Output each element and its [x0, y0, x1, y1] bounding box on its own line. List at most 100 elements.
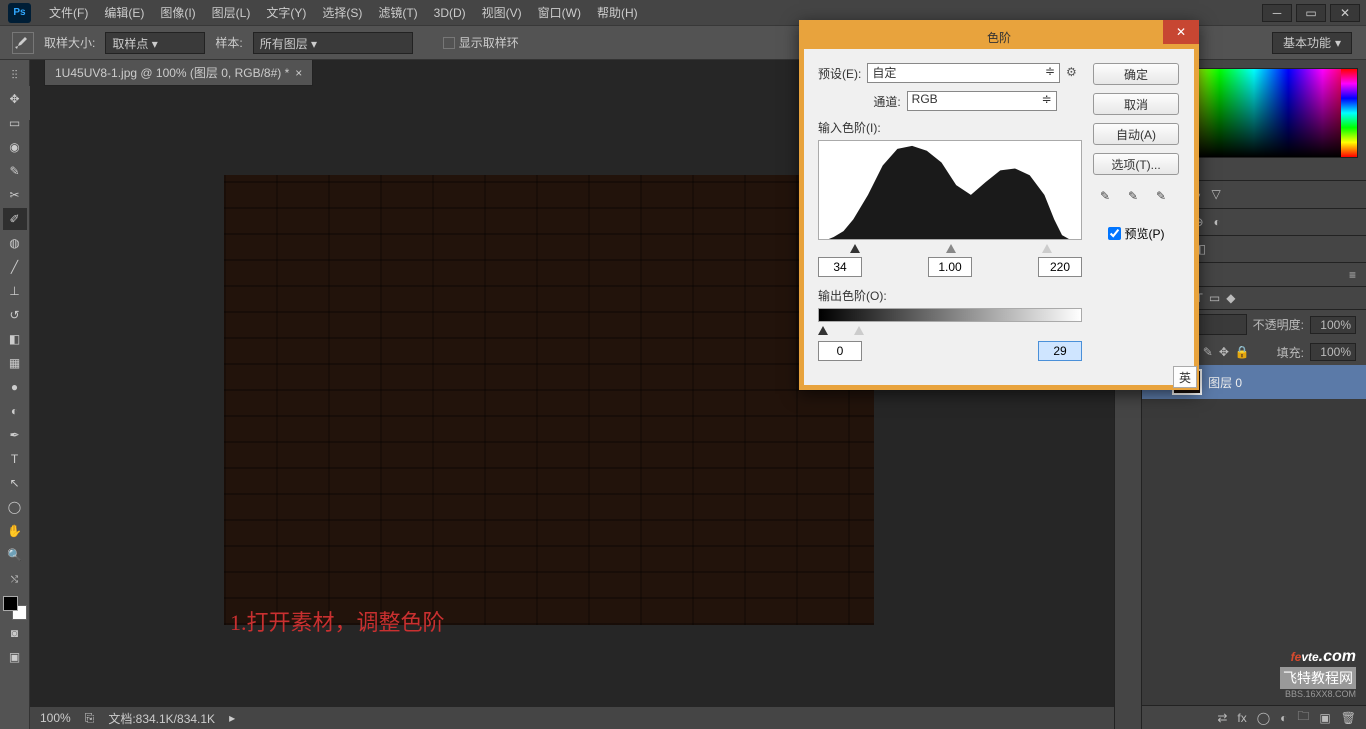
menu-3d[interactable]: 3D(D): [426, 6, 474, 20]
stamp-tool[interactable]: ⊥: [3, 280, 27, 302]
trash-icon[interactable]: 🗑: [1341, 711, 1356, 725]
menu-view[interactable]: 视图(V): [474, 4, 530, 21]
gradient-tool[interactable]: ▦: [3, 352, 27, 374]
hand-tool[interactable]: ✋: [3, 520, 27, 542]
link-icon[interactable]: ⇄: [1217, 711, 1227, 725]
opacity-input[interactable]: 100%: [1310, 316, 1356, 334]
output-white-field[interactable]: [1038, 341, 1082, 361]
swap-colors[interactable]: ⤭: [3, 568, 27, 590]
dodge-tool[interactable]: ◐: [3, 400, 27, 422]
sample-size-label: 取样大小:: [44, 34, 95, 51]
workspace-switcher[interactable]: 基本功能 ▾: [1272, 32, 1352, 54]
fill-adj-icon[interactable]: ◐: [1280, 711, 1287, 725]
path-select-tool[interactable]: ↖: [3, 472, 27, 494]
menu-file[interactable]: 文件(F): [41, 4, 96, 21]
menu-filter[interactable]: 滤镜(T): [370, 4, 425, 21]
lock-pos-icon[interactable]: ✥: [1219, 345, 1229, 359]
filter-smart-icon[interactable]: ◆: [1226, 291, 1235, 305]
shape-tool[interactable]: ◯: [3, 496, 27, 518]
histogram[interactable]: [818, 140, 1082, 240]
history-brush-tool[interactable]: ↺: [3, 304, 27, 326]
cancel-button[interactable]: 取消: [1093, 93, 1179, 115]
blur-tool[interactable]: ●: [3, 376, 27, 398]
export-icon[interactable]: ⎘: [85, 711, 95, 726]
input-gamma-field[interactable]: [928, 257, 972, 277]
eraser-tool[interactable]: ◧: [3, 328, 27, 350]
zoom-tool[interactable]: 🔍: [3, 544, 27, 566]
group-icon[interactable]: 🗀: [1297, 707, 1309, 728]
spot-heal-tool[interactable]: ◍: [3, 232, 27, 254]
output-black-field[interactable]: [818, 341, 862, 361]
panel-menu-icon[interactable]: ≡: [1349, 268, 1356, 282]
white-eyedropper-icon[interactable]: ✎: [1156, 189, 1172, 205]
ime-indicator[interactable]: 英: [1173, 366, 1197, 388]
filter-shape-icon[interactable]: ▭: [1209, 291, 1220, 305]
show-ring-checkbox[interactable]: [443, 37, 455, 49]
preset-gear-icon[interactable]: ⚙: [1066, 65, 1082, 81]
preset-select[interactable]: 自定≑: [867, 63, 1060, 83]
preview-checkbox[interactable]: 预览(P): [1108, 225, 1165, 242]
crop-tool[interactable]: ✂: [3, 184, 27, 206]
tool-handle[interactable]: ⫶⫶: [3, 64, 27, 86]
status-arrow-icon[interactable]: ▸: [229, 711, 235, 725]
black-point-slider[interactable]: [850, 244, 860, 253]
move-tool[interactable]: ✥: [3, 88, 27, 110]
tab-close-icon[interactable]: ×: [295, 66, 302, 80]
window-maximize[interactable]: ▭: [1296, 4, 1326, 22]
bw-icon[interactable]: ◐: [1214, 215, 1221, 229]
midtone-slider[interactable]: [946, 244, 956, 253]
fill-input[interactable]: 100%: [1310, 343, 1356, 361]
gray-eyedropper-icon[interactable]: ✎: [1128, 189, 1144, 205]
doc-size[interactable]: 文档:834.1K/834.1K: [108, 710, 215, 727]
black-eyedropper-icon[interactable]: ✎: [1100, 189, 1116, 205]
eyedropper-icon[interactable]: [12, 32, 34, 54]
quick-mask[interactable]: ◙: [3, 622, 27, 644]
options-button[interactable]: 选项(T)...: [1093, 153, 1179, 175]
input-sliders[interactable]: [818, 244, 1082, 253]
auto-button[interactable]: 自动(A): [1093, 123, 1179, 145]
output-gradient[interactable]: [818, 308, 1082, 322]
channel-select[interactable]: RGB≑: [907, 91, 1057, 111]
input-black-field[interactable]: [818, 257, 862, 277]
sample-layer-select[interactable]: 所有图层 ▾: [253, 32, 413, 54]
zoom-level[interactable]: 100%: [40, 711, 71, 725]
layer-name[interactable]: 图层 0: [1208, 374, 1242, 391]
output-black-slider[interactable]: [818, 326, 828, 335]
window-minimize[interactable]: ─: [1262, 4, 1292, 22]
menu-select[interactable]: 选择(S): [314, 4, 370, 21]
exposure-icon[interactable]: ▽: [1211, 187, 1220, 202]
document-tab[interactable]: 1U45UV8-1.jpg @ 100% (图层 0, RGB/8#) * ×: [44, 60, 313, 86]
menu-help[interactable]: 帮助(H): [589, 4, 646, 21]
screen-mode[interactable]: ▣: [3, 646, 27, 668]
menu-edit[interactable]: 编辑(E): [96, 4, 152, 21]
pen-tool[interactable]: ✒: [3, 424, 27, 446]
dialog-titlebar[interactable]: 色阶 ✕: [804, 25, 1194, 49]
dialog-close-button[interactable]: ✕: [1163, 20, 1199, 44]
lasso-tool[interactable]: ◉: [3, 136, 27, 158]
menu-layer[interactable]: 图层(L): [204, 4, 259, 21]
new-layer-icon[interactable]: ▣: [1319, 711, 1330, 725]
lock-pixels-icon[interactable]: ✎: [1203, 345, 1213, 359]
fx-icon[interactable]: fx: [1237, 711, 1246, 725]
type-tool[interactable]: T: [3, 448, 27, 470]
quick-select-tool[interactable]: ✎: [3, 160, 27, 182]
eyedropper-tool[interactable]: ✐: [3, 208, 27, 230]
input-levels-label: 输入色阶(I):: [818, 119, 1082, 136]
menu-image[interactable]: 图像(I): [152, 4, 203, 21]
input-white-field[interactable]: [1038, 257, 1082, 277]
ok-button[interactable]: 确定: [1093, 63, 1179, 85]
output-white-slider[interactable]: [854, 326, 864, 335]
sample-size-select[interactable]: 取样点 ▾: [105, 32, 205, 54]
menu-type[interactable]: 文字(Y): [258, 4, 314, 21]
mask-icon[interactable]: ◯: [1257, 711, 1270, 725]
white-point-slider[interactable]: [1042, 244, 1052, 253]
color-swatch[interactable]: [3, 596, 27, 620]
menu-window[interactable]: 窗口(W): [530, 4, 589, 21]
levels-dialog: 色阶 ✕ 预设(E): 自定≑ ⚙ 通道: RGB≑ 输入色阶(I):: [799, 20, 1199, 390]
lock-all-icon[interactable]: 🔒: [1235, 345, 1250, 359]
brush-tool[interactable]: ╱: [3, 256, 27, 278]
window-close[interactable]: ✕: [1330, 4, 1360, 22]
output-sliders[interactable]: [818, 326, 1082, 335]
marquee-tool[interactable]: ▭: [3, 112, 27, 134]
app-logo: Ps: [8, 3, 31, 23]
